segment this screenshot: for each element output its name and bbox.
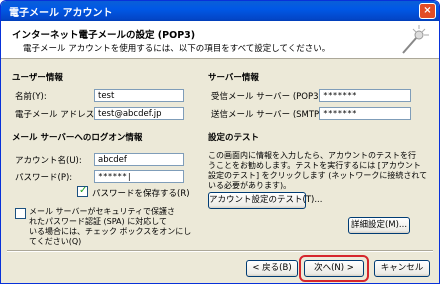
wizard-sparkle-icon — [402, 25, 429, 54]
title-bar[interactable]: 電子メール アカウント × — [1, 1, 439, 21]
spa-label-line: いる場合には、チェック ボックスをオンにし — [29, 227, 192, 236]
spa-label-line: てください(Q) — [29, 237, 82, 246]
description-line: うことをお勧めします。テストを実行するには [アカウント — [208, 161, 421, 170]
password-label: パスワード(P): — [15, 173, 73, 183]
header-title: インターネット電子メールの設定 (POP3) — [12, 30, 196, 41]
window-title: 電子メール アカウント — [9, 8, 113, 19]
header-subtitle: 電子メール アカウントを使用するには、以下の項目をすべて設定してください。 — [23, 44, 331, 54]
spa-label-line: れたパスワード認証 (SPA) に対応して — [29, 217, 167, 226]
dialog-content: ユーザー情報 名前(Y): test 電子メール アドレス(E): test@a… — [1, 60, 439, 250]
dialog-header: インターネット電子メールの設定 (POP3) 電子メール アカウントを使用するに… — [1, 21, 439, 59]
account-name-label: アカウント名(U): — [15, 156, 82, 166]
account-name-field[interactable]: abcdef — [94, 153, 184, 166]
test-account-button[interactable]: アカウント設定のテスト(T)... — [208, 192, 322, 209]
incoming-server-field[interactable]: ******* — [319, 89, 411, 102]
spa-label-line: メール サーバーがセキュリティで保護さ — [29, 207, 175, 216]
cancel-button[interactable]: キャンセル — [374, 260, 430, 277]
email-field[interactable]: test@abcdef.jp — [94, 107, 184, 120]
spa-label: メール サーバーがセキュリティで保護さ れたパスワード認証 (SPA) に対応し… — [29, 207, 191, 247]
remember-password-label: パスワードを保存する(R) — [92, 189, 190, 199]
server-info-title: サーバー情報 — [208, 73, 259, 83]
description-line: いる必要があります)。 — [208, 181, 292, 190]
test-settings-description: この画面内に情報を入力したら、アカウントのテストを行 うことをお勧めします。テス… — [208, 151, 427, 191]
outgoing-server-field[interactable]: ******* — [319, 107, 411, 120]
advanced-settings-button[interactable]: 詳細設定(M)... — [348, 217, 410, 234]
logon-info-title: メール サーバーへのログオン情報 — [12, 133, 143, 143]
email-account-dialog: 電子メール アカウント × インターネット電子メールの設定 (POP3) 電子メ… — [0, 0, 440, 284]
footer-divider — [7, 250, 433, 252]
incoming-server-label: 受信メール サーバー (POP3)(I): — [211, 92, 334, 102]
description-line: 設定のテスト] をクリックします (ネットワークに接続されて — [208, 171, 428, 180]
back-button[interactable]: < 戻る(B) — [246, 260, 298, 277]
close-icon: × — [423, 5, 432, 16]
test-settings-title: 設定のテスト — [208, 133, 260, 143]
description-line: この画面内に情報を入力したら、アカウントのテストを行 — [208, 151, 416, 160]
close-button[interactable]: × — [419, 3, 436, 19]
user-info-title: ユーザー情報 — [12, 73, 63, 83]
name-label: 名前(Y): — [15, 92, 47, 102]
spa-checkbox[interactable] — [15, 208, 26, 219]
remember-password-checkbox[interactable]: ✓ — [77, 185, 88, 197]
name-field[interactable]: test — [94, 89, 184, 102]
checkmark-icon: ✓ — [79, 185, 88, 196]
password-field[interactable]: ******| — [94, 170, 184, 183]
highlight-ring — [299, 255, 369, 282]
